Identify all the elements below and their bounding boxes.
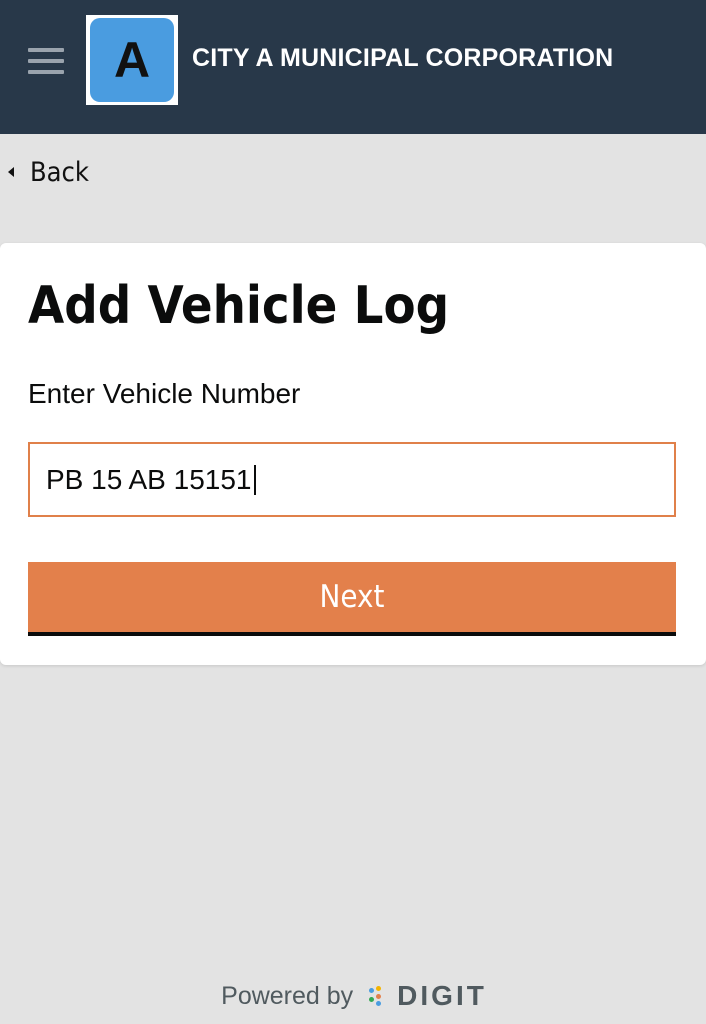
page-title: Add Vehicle Log (28, 276, 450, 336)
powered-by-label: Powered by (221, 981, 354, 1010)
next-button[interactable]: Next (28, 562, 676, 636)
digit-brand-text: DIGIT (397, 980, 487, 1011)
hamburger-menu-icon[interactable] (28, 48, 64, 74)
digit-logo-icon (369, 986, 389, 1006)
vehicle-number-input[interactable]: PB 15 AB 15151 (28, 442, 676, 517)
back-link[interactable]: Back (8, 155, 89, 189)
city-logo: A (86, 15, 178, 105)
vehicle-number-label: Enter Vehicle Number (28, 378, 301, 409)
back-arrow-icon (8, 167, 14, 177)
city-logo-letter: A (90, 18, 174, 102)
next-button-label: Next (319, 579, 385, 615)
text-caret (253, 464, 256, 495)
vehicle-number-value: PB 15 AB 15151 (46, 463, 252, 495)
top-app-bar: A CITY A MUNICIPAL CORPORATION (0, 0, 706, 134)
powered-by-footer: Powered by DIGIT (0, 976, 706, 1016)
back-label: Back (30, 156, 89, 188)
corporation-title: CITY A MUNICIPAL CORPORATION (192, 44, 614, 72)
